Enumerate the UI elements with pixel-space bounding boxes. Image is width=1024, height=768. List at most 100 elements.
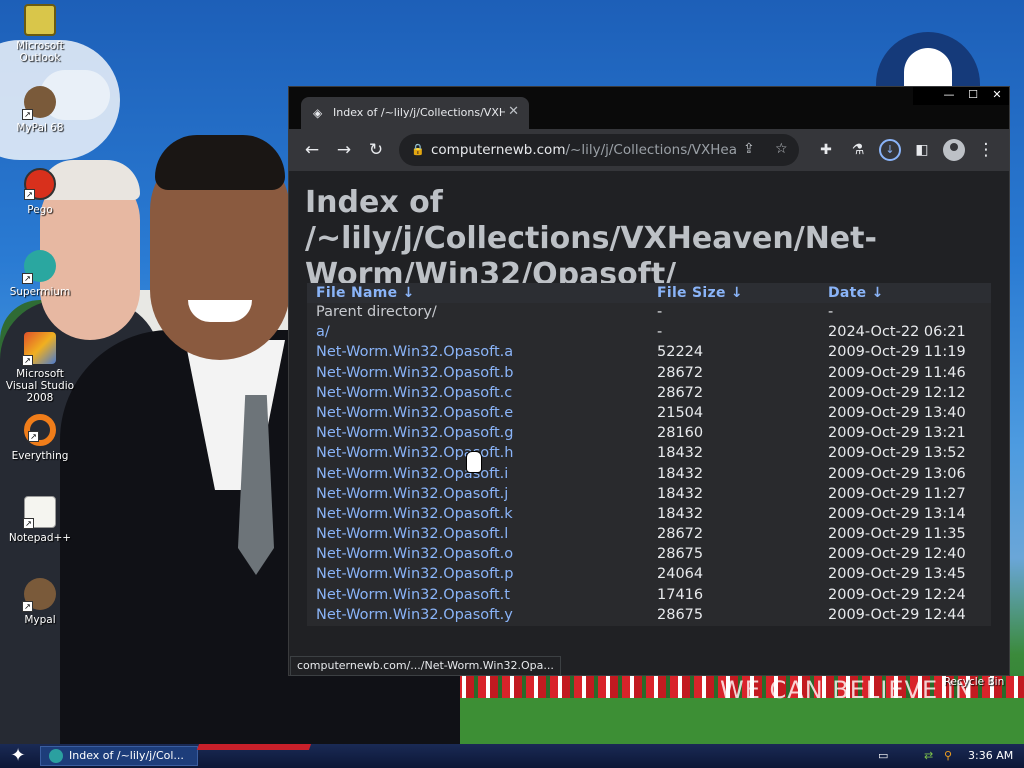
table-row: Net-Worm.Win32.Opasoft.g 28160 2009-Oct-29… (307, 424, 991, 444)
tab-close-icon[interactable]: ✕ (508, 104, 519, 119)
desktop-icon-everything[interactable]: ↗ Everything (2, 414, 78, 462)
file-date: 2009-Oct-29 13:06 (828, 465, 966, 482)
desktop-icon-notepadpp[interactable]: ↗ Notepad++ (2, 496, 78, 544)
extensions-icon[interactable]: ✚ (815, 140, 837, 160)
file-date: 2009-Oct-29 13:45 (828, 566, 966, 583)
file-size: 28672 (657, 526, 704, 543)
desktop-icon-recycle-bin[interactable]: Recycle Bin (936, 676, 1012, 688)
file-link[interactable]: Net-Worm.Win32.Opasoft.k (316, 506, 513, 522)
desktop-icon-visual-studio[interactable]: ↗ Microsoft Visual Studio 2008 (2, 332, 78, 404)
table-body: Parent directory/ - - a/ - 2024-Oct-22 06:21 N… (307, 303, 991, 626)
tab-title: Index of /~lily/j/Collections/VXHeaven (333, 106, 505, 119)
desktop-icon-label: Microsoft Visual Studio 2008 (5, 368, 75, 404)
table-row: Net-Worm.Win32.Opasoft.i 18432 2009-Oct-29… (307, 465, 991, 485)
file-date: 2009-Oct-29 12:24 (828, 586, 966, 603)
file-link[interactable]: Net-Worm.Win32.Opasoft.p (316, 566, 513, 582)
file-date: 2009-Oct-29 13:14 (828, 505, 966, 522)
minimize-button[interactable]: — (937, 87, 961, 103)
start-button[interactable]: ✦ (4, 746, 32, 766)
title-bar: ◈ Index of /~lily/j/Collections/VXHeaven… (289, 87, 1009, 129)
person-center-hair (155, 135, 285, 190)
file-link[interactable]: Net-Worm.Win32.Opasoft.y (316, 607, 513, 623)
forward-icon[interactable]: → (333, 140, 355, 160)
file-date: 2009-Oct-29 12:40 (828, 546, 966, 563)
reload-icon[interactable]: ↻ (365, 140, 387, 160)
close-button[interactable]: ✕ (985, 87, 1009, 103)
table-row: Net-Worm.Win32.Opasoft.l 28672 2009-Oct-29… (307, 525, 991, 545)
hand-cursor (466, 451, 482, 473)
window-controls: — ☐ ✕ (913, 87, 1009, 105)
menu-kebab-icon[interactable]: ⋮ (975, 140, 997, 160)
status-bar-url: computernewb.com/.../Net-Worm.Win32.Opa.… (290, 656, 561, 676)
bookmark-star-icon[interactable]: ☆ (775, 141, 788, 157)
desktop-icon-pego[interactable]: ↗ Pego (2, 168, 78, 216)
file-link[interactable]: Net-Worm.Win32.Opasoft.a (316, 344, 513, 360)
desktop-icon-label: Supermium (9, 286, 71, 298)
share-icon[interactable]: ⇪ (743, 141, 755, 157)
network-icon[interactable]: ⇄ (924, 747, 933, 765)
sort-by-date-link[interactable]: Date ↓ (828, 285, 884, 301)
browser-tab[interactable]: ◈ Index of /~lily/j/Collections/VXHeaven… (301, 97, 529, 129)
file-link[interactable]: Net-Worm.Win32.Opasoft.e (316, 405, 513, 421)
profile-avatar[interactable] (943, 139, 965, 161)
file-date: 2009-Oct-29 12:12 (828, 384, 966, 401)
address-url[interactable]: computernewb.com/~lily/j/Collections/VXH… (431, 142, 736, 158)
file-date: 2009-Oct-29 13:40 (828, 404, 966, 421)
mypal-icon: ↗ (22, 86, 56, 120)
file-link[interactable]: Net-Worm.Win32.Opasoft.h (316, 445, 513, 461)
shortcut-arrow-icon: ↗ (23, 518, 34, 529)
file-link[interactable]: Net-Worm.Win32.Opasoft.o (316, 546, 513, 562)
address-bar[interactable]: 🔒 computernewb.com/~lily/j/Collections/V… (399, 134, 799, 166)
file-date: 2009-Oct-29 11:46 (828, 364, 966, 381)
table-row: a/ - 2024-Oct-22 06:21 (307, 323, 991, 343)
page-content: Index of /~lily/j/Collections/VXHeaven/N… (289, 171, 1009, 675)
taskbar-item-browser[interactable]: Index of /~lily/j/Col... (40, 746, 198, 766)
desktop-icon-mypal68[interactable]: ↗ MyPal 68 (2, 86, 78, 134)
file-link[interactable]: Net-Worm.Win32.Opasoft.c (316, 385, 512, 401)
file-link[interactable]: Net-Worm.Win32.Opasoft.j (316, 486, 508, 502)
sort-by-size-link[interactable]: File Size ↓ (657, 285, 743, 301)
desktop-icon-label: Everything (11, 450, 69, 462)
table-row: Net-Worm.Win32.Opasoft.t 17416 2009-Oct-29… (307, 586, 991, 606)
file-size: 18432 (657, 445, 704, 462)
desktop-icon-mypal[interactable]: ↗ Mypal (2, 578, 78, 626)
file-link[interactable]: a/ (316, 324, 330, 340)
tab-favicon-icon: ◈ (313, 106, 323, 120)
everything-icon: ↗ (24, 414, 56, 446)
labs-flask-icon[interactable]: ⚗ (847, 140, 869, 160)
supermium-icon: ↗ (22, 250, 56, 284)
table-row: Net-Worm.Win32.Opasoft.c 28672 2009-Oct-29… (307, 384, 991, 404)
desktop-icon-supermium[interactable]: ↗ Supermium (2, 250, 78, 298)
keyboard-icon[interactable]: ▭ (878, 747, 888, 765)
desktop-icon-label: Pego (27, 204, 53, 216)
pego-icon: ↗ (24, 168, 56, 200)
search-icon[interactable]: ⚲ (944, 747, 952, 765)
file-link[interactable]: Net-Worm.Win32.Opasoft.l (316, 526, 508, 542)
file-link[interactable]: Net-Worm.Win32.Opasoft.g (316, 425, 513, 441)
taskbar-decoration (196, 744, 312, 750)
file-size: 17416 (657, 586, 704, 603)
parent-directory-link[interactable]: Parent directory/ (316, 304, 437, 320)
file-link[interactable]: Net-Worm.Win32.Opasoft.b (316, 365, 513, 381)
shortcut-arrow-icon: ↗ (22, 273, 33, 284)
table-header: File Name ↓ File Size ↓ Date ↓ (307, 283, 991, 303)
shortcut-arrow-icon: ↗ (28, 431, 39, 442)
table-row: Net-Worm.Win32.Opasoft.e 21504 2009-Oct-29… (307, 404, 991, 424)
table-row: Net-Worm.Win32.Opasoft.y 28675 2009-Oct-29… (307, 606, 991, 626)
back-icon[interactable]: ← (301, 140, 323, 160)
campaign-logo-inner (904, 48, 952, 88)
lock-icon: 🔒 (411, 143, 425, 156)
mypal-icon: ↗ (22, 578, 56, 612)
sort-by-name-link[interactable]: File Name ↓ (316, 285, 415, 301)
desktop-icon-label: Notepad++ (8, 532, 72, 544)
desktop-icon-outlook[interactable]: Microsoft Outlook (2, 4, 78, 64)
maximize-button[interactable]: ☐ (961, 87, 985, 103)
file-date: 2009-Oct-29 13:52 (828, 445, 966, 462)
side-panel-icon[interactable]: ◧ (911, 140, 933, 160)
file-size: 21504 (657, 404, 704, 421)
file-link[interactable]: Net-Worm.Win32.Opasoft.t (316, 587, 510, 603)
download-icon[interactable]: ↓ (879, 139, 901, 161)
file-date: 2024-Oct-22 06:21 (828, 324, 966, 341)
file-size: 52224 (657, 344, 704, 361)
file-size: 18432 (657, 505, 704, 522)
